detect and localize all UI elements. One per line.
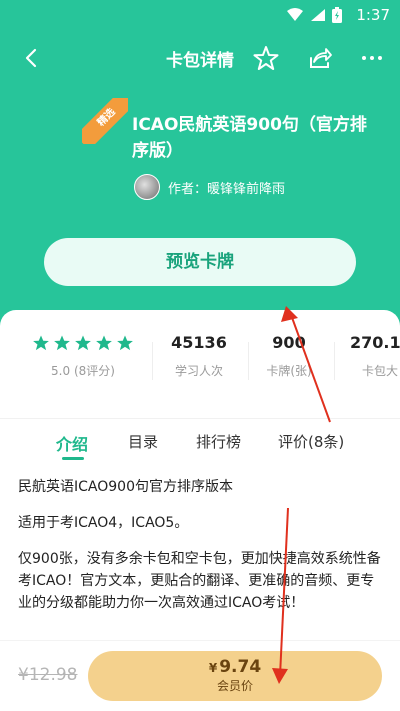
member-price-value: 9.74 bbox=[219, 657, 262, 677]
navbar: 卡包详情 bbox=[0, 36, 400, 80]
share-icon[interactable] bbox=[306, 44, 334, 72]
author-row[interactable]: 作者：暖锋锋前降雨 bbox=[134, 174, 285, 200]
rating-stars bbox=[28, 330, 138, 356]
tab-reviews[interactable]: 评价(8条) bbox=[278, 431, 344, 452]
description: 民航英语ICAO900句官方排序版本 适用于考ICAO4，ICAO5。 仅900… bbox=[18, 476, 384, 628]
signal-icon bbox=[311, 9, 325, 21]
status-icons bbox=[286, 7, 342, 23]
learners-label: 学习人次 bbox=[174, 364, 223, 378]
member-price: ¥9.74 bbox=[88, 657, 382, 677]
active-tab-indicator bbox=[62, 457, 84, 460]
divider bbox=[152, 342, 153, 380]
more-icon[interactable] bbox=[358, 44, 386, 72]
description-line: 仅900张，没有多余卡包和空卡包，更加快捷高效系统性备考ICAO！官方文本，更贴… bbox=[18, 551, 381, 611]
member-price-currency: ¥ bbox=[208, 661, 218, 675]
rating-label: 5.0 (8评分) bbox=[51, 364, 115, 378]
status-bar: 1:37 bbox=[0, 0, 400, 30]
author-name: 作者：暖锋锋前降雨 bbox=[168, 181, 286, 197]
star-icon bbox=[96, 335, 112, 351]
featured-badge: 精选 bbox=[82, 98, 128, 144]
tab-catalog[interactable]: 目录 bbox=[128, 431, 158, 452]
tab-ranking[interactable]: 排行榜 bbox=[196, 431, 241, 452]
stat-rating: 5.0 (8评分) bbox=[28, 330, 138, 379]
star-icon bbox=[33, 335, 49, 351]
stats-row: 5.0 (8评分) 45136 学习人次 900 卡牌(张) 270.1 卡包大 bbox=[0, 330, 400, 390]
star-icon bbox=[117, 335, 133, 351]
tab-bar: 介绍 目录 排行榜 评价(8条) bbox=[0, 418, 400, 460]
stat-cards: 900 卡牌(张) bbox=[254, 330, 324, 379]
star-outline-icon[interactable] bbox=[252, 44, 280, 72]
description-line: 适用于考ICAO4，ICAO5。 bbox=[18, 515, 189, 531]
cards-label: 卡牌(张) bbox=[266, 364, 312, 378]
star-icon bbox=[54, 335, 70, 351]
purchase-bar: ¥12.98 ¥9.74 会员价 bbox=[0, 640, 400, 711]
status-time: 1:37 bbox=[356, 6, 390, 24]
star-icon bbox=[75, 335, 91, 351]
learners-count: 45136 bbox=[171, 333, 227, 352]
size-value: 270.1 bbox=[350, 333, 400, 352]
wifi-icon bbox=[287, 8, 303, 21]
battery-icon bbox=[332, 7, 342, 23]
cards-count: 900 bbox=[272, 333, 306, 352]
member-buy-button[interactable]: ¥9.74 会员价 bbox=[88, 651, 382, 701]
page-title: 卡包详情 bbox=[166, 51, 234, 71]
tab-intro[interactable]: 介绍 bbox=[56, 431, 88, 455]
size-label: 卡包大 bbox=[362, 364, 399, 378]
card-title: ICAO民航英语900句（官方排序版） bbox=[132, 115, 367, 161]
divider bbox=[334, 342, 335, 380]
featured-badge-label: 精选 bbox=[82, 98, 128, 144]
preview-cards-button[interactable]: 预览卡牌 bbox=[44, 238, 356, 286]
divider bbox=[248, 342, 249, 380]
avatar[interactable] bbox=[134, 174, 160, 200]
original-price: ¥12.98 bbox=[18, 665, 78, 685]
stat-learners: 45136 学习人次 bbox=[160, 330, 238, 379]
description-line: 民航英语ICAO900句官方排序版本 bbox=[18, 479, 233, 495]
stat-size: 270.1 卡包大 bbox=[350, 330, 400, 379]
member-price-label: 会员价 bbox=[216, 679, 253, 693]
